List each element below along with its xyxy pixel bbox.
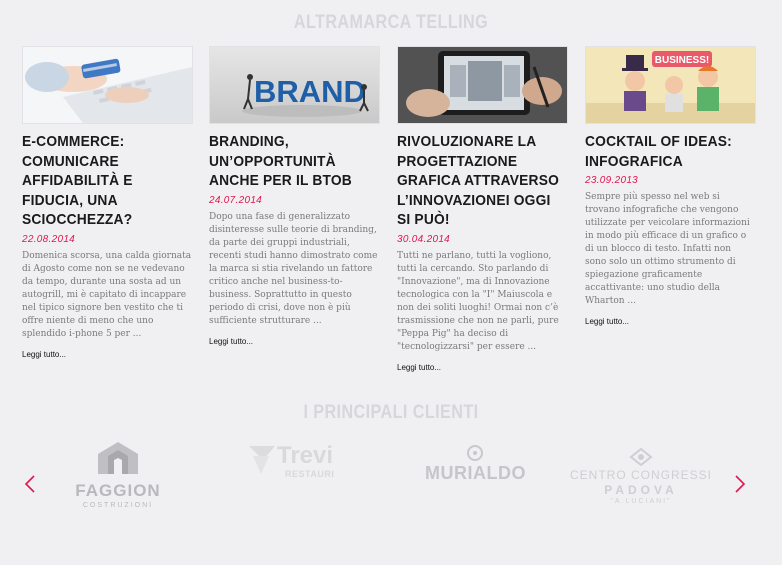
post-excerpt: Dopo una fase di generalizzato disintere…	[209, 211, 378, 326]
post-title[interactable]: RIVOLUZIONARE LA PROGETTAZIONE GRAFICA A…	[397, 132, 564, 230]
post-excerpt: Domenica scorsa, una calda giornata di A…	[22, 250, 192, 339]
client-logo-faggion[interactable]: FAGGION COSTRUZIONI	[62, 440, 174, 509]
murialdo-mark-icon	[467, 445, 483, 461]
post-thumbnail[interactable]: BUSINESS!	[585, 46, 756, 124]
client-logo-centro-congressi[interactable]: CENTRO CONGRESSI PADOVA "A.LUCIANI"	[566, 448, 716, 505]
post-date: 23.09.2013	[585, 175, 639, 186]
post-title[interactable]: E-COMMERCE: COMUNICARE AFFIDABILITÀ E FI…	[22, 132, 189, 230]
post-thumbnail[interactable]: BRAND	[209, 46, 380, 124]
post-date: 24.07.2014	[209, 194, 263, 206]
client-logo-line2: PADOVA	[604, 483, 678, 497]
read-more-link[interactable]: Leggi tutto...	[585, 317, 629, 326]
trevi-mark-icon	[249, 446, 275, 474]
client-logo-sub: RESTAURI	[285, 469, 335, 479]
read-more-link[interactable]: Leggi tutto...	[397, 363, 441, 372]
chevron-left-icon	[24, 475, 35, 493]
tablet-card-image	[398, 47, 567, 123]
blog-post-branding: BRAND BRANDING, UN’OPPORTUNITÀ ANCHE PER…	[209, 46, 380, 348]
carousel-next-button[interactable]	[730, 470, 750, 498]
chevron-right-icon	[735, 475, 746, 493]
client-logo-sub: COSTRUZIONI	[82, 502, 154, 509]
read-more-link[interactable]: Leggi tutto...	[209, 337, 253, 346]
post-date: 30.04.2014	[397, 233, 451, 245]
post-excerpt: Tutti ne parlano, tutti la vogliono, tut…	[397, 250, 559, 352]
brand-card-image: BRAND	[210, 47, 379, 123]
post-thumbnail[interactable]	[22, 46, 193, 124]
client-logo-name: MURIALDO	[425, 463, 526, 483]
client-logo-line1: CENTRO CONGRESSI	[569, 468, 712, 482]
client-logo-line3: "A.LUCIANI"	[610, 498, 672, 505]
post-title[interactable]: BRANDING, UN’OPPORTUNITÀ ANCHE PER IL BT…	[209, 132, 376, 191]
client-logo-name: FAGGION	[75, 481, 161, 500]
post-thumbnail[interactable]	[397, 46, 568, 124]
post-title[interactable]: COCKTAIL OF IDEAS: INFOGRAFICA	[585, 132, 752, 171]
blog-post-cocktail: BUSINESS! COCKTAIL OF IDEAS: INFOGRAFICA…	[585, 46, 756, 328]
blog-post-innovazione: RIVOLUZIONARE LA PROGETTAZIONE GRAFICA A…	[397, 46, 568, 374]
client-logo-murialdo[interactable]: MURIALDO	[425, 445, 526, 484]
blog-post-ecommerce: E-COMMERCE: COMUNICARE AFFIDABILITÀ E FI…	[22, 46, 193, 361]
laptop-card-image	[23, 47, 192, 123]
centro-congressi-mark-icon	[629, 448, 653, 466]
carousel-prev-button[interactable]	[20, 470, 40, 498]
post-date: 22.08.2014	[22, 233, 76, 245]
post-excerpt: Sempre più spesso nel web si trovano inf…	[585, 192, 750, 306]
faggion-mark-icon	[98, 442, 138, 474]
client-logo-name: Trevi	[277, 442, 334, 469]
brand-image-text: BRAND	[254, 74, 366, 109]
section-title-clients: I PRINCIPALI CLIENTI	[303, 402, 479, 423]
section-title-blog: ALTRAMARCA TELLING	[293, 12, 489, 33]
read-more-link[interactable]: Leggi tutto...	[22, 350, 66, 359]
infographic-image-text: BUSINESS!	[655, 55, 709, 66]
infographic-card-image: BUSINESS!	[586, 47, 755, 123]
